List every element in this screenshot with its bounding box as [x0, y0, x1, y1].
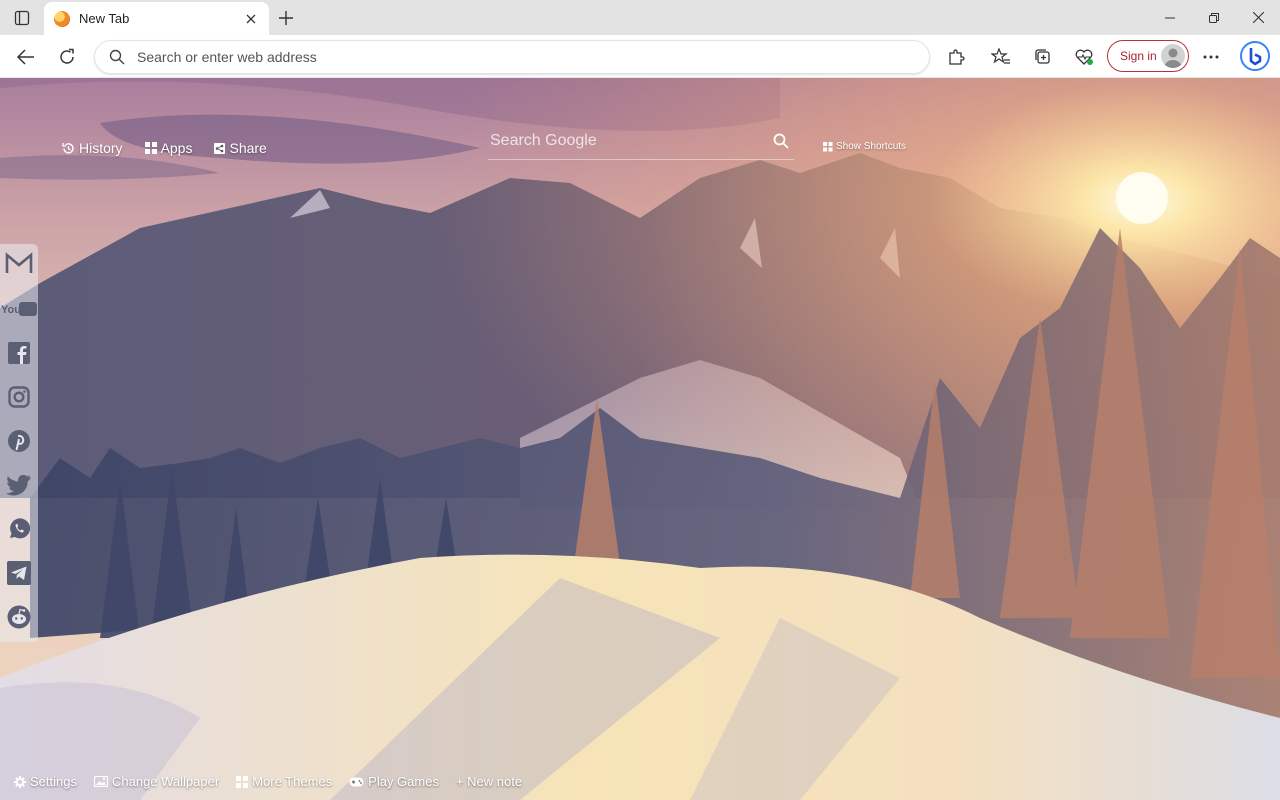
reddit-icon: [7, 605, 31, 629]
puzzle-icon: [949, 49, 965, 65]
tab-new-tab[interactable]: New Tab: [44, 2, 269, 35]
play-games-link[interactable]: Play Games: [349, 774, 439, 789]
favorites-star-icon: [991, 48, 1010, 64]
history-link[interactable]: History: [62, 140, 123, 156]
more-themes-link[interactable]: More Themes: [236, 774, 332, 789]
facebook-icon: [8, 342, 30, 364]
whatsapp-icon: [10, 518, 31, 539]
pinterest-link[interactable]: [4, 426, 34, 456]
more-dots-icon: [1203, 55, 1219, 59]
pinterest-icon: [8, 430, 30, 452]
sign-in-label: Sign in: [1120, 49, 1157, 63]
address-bar[interactable]: [94, 40, 930, 74]
favorites-button[interactable]: [986, 42, 1016, 72]
wallpaper-image: [0, 78, 1280, 800]
gmail-icon: [5, 252, 33, 273]
show-shortcuts-label: Show Shortcuts: [836, 141, 907, 152]
top-links: History Apps Share: [62, 140, 289, 156]
restore-button[interactable]: [1192, 0, 1236, 35]
settings-label: Settings: [30, 774, 77, 789]
refresh-icon: [60, 48, 74, 64]
address-input[interactable]: [137, 49, 915, 65]
apps-label: Apps: [160, 140, 193, 156]
bing-icon: [1240, 41, 1270, 71]
new-tab-page: History Apps Share Show Shortcuts YouTub…: [0, 78, 1280, 800]
close-icon: [246, 14, 256, 23]
show-shortcuts-button[interactable]: Show Shortcuts: [823, 141, 906, 152]
play-games-label: Play Games: [368, 774, 439, 789]
back-arrow-icon: [17, 49, 34, 65]
tab-strip: New Tab: [0, 0, 1280, 35]
whatsapp-link[interactable]: [4, 514, 34, 544]
search-icon: [109, 49, 125, 65]
gmail-link[interactable]: [4, 248, 34, 278]
instagram-link[interactable]: [4, 382, 34, 412]
minimize-icon: [1165, 17, 1175, 18]
heart-pulse-icon: [1075, 49, 1093, 65]
telegram-icon: [7, 561, 31, 585]
grid-icon: [823, 141, 833, 152]
history-label: History: [79, 140, 123, 156]
youtube-link[interactable]: YouTube: [0, 294, 38, 324]
social-sidebar: YouTube: [0, 244, 38, 642]
share-link[interactable]: Share: [214, 140, 267, 156]
browser-essentials-button[interactable]: [1069, 42, 1099, 72]
close-window-icon: [1252, 12, 1264, 23]
tab-actions-button[interactable]: [8, 7, 36, 29]
bottom-links: Settings Change Wallpaper More Themes Pl…: [14, 774, 539, 789]
history-icon: [62, 142, 75, 155]
restore-icon: [1209, 12, 1219, 23]
sign-in-button[interactable]: Sign in: [1107, 40, 1189, 72]
share-label: Share: [229, 140, 267, 156]
tab-actions-icon: [14, 10, 30, 26]
apps-grid-icon: [144, 142, 157, 154]
search-button[interactable]: [770, 130, 792, 152]
youtube-icon: YouTube: [1, 302, 37, 316]
plus-icon: [279, 11, 293, 25]
reddit-link[interactable]: [4, 602, 34, 632]
new-note-label: + New note: [455, 774, 523, 789]
search-icon: [773, 133, 789, 149]
google-search-input[interactable]: [488, 131, 770, 150]
twitter-icon: [6, 474, 31, 496]
extensions-button[interactable]: [941, 42, 971, 72]
more-themes-label: More Themes: [252, 774, 333, 789]
settings-link[interactable]: Settings: [14, 774, 77, 789]
tab-favicon-icon: [54, 10, 70, 27]
grid-icon: [236, 775, 249, 788]
back-button[interactable]: [11, 42, 41, 72]
tab-close-button[interactable]: [243, 11, 259, 27]
new-note-link[interactable]: + New note: [456, 774, 522, 789]
close-window-button[interactable]: [1236, 0, 1280, 35]
change-wallpaper-link[interactable]: Change Wallpaper: [93, 774, 220, 789]
image-icon: [93, 776, 108, 787]
change-wallpaper-label: Change Wallpaper: [111, 774, 220, 789]
gear-icon: [14, 775, 26, 788]
share-icon: [214, 142, 226, 154]
telegram-link[interactable]: [4, 558, 34, 588]
browser-toolbar: Sign in: [0, 35, 1280, 78]
gamepad-icon: [349, 777, 364, 787]
collections-button[interactable]: [1028, 42, 1058, 72]
facebook-link[interactable]: [4, 338, 34, 368]
instagram-icon: [8, 386, 30, 408]
window-controls: [1148, 0, 1280, 35]
profile-icon: [1164, 48, 1182, 68]
google-search-box: [488, 122, 794, 160]
more-menu-button[interactable]: [1196, 42, 1226, 72]
refresh-button[interactable]: [52, 42, 82, 72]
twitter-link[interactable]: [4, 470, 34, 500]
minimize-button[interactable]: [1148, 0, 1192, 35]
apps-link[interactable]: Apps: [144, 140, 193, 156]
new-tab-button[interactable]: [274, 6, 298, 30]
avatar: [1161, 44, 1185, 68]
bing-copilot-button[interactable]: [1238, 39, 1272, 73]
collections-icon: [1035, 49, 1050, 64]
tab-title: New Tab: [79, 11, 130, 26]
